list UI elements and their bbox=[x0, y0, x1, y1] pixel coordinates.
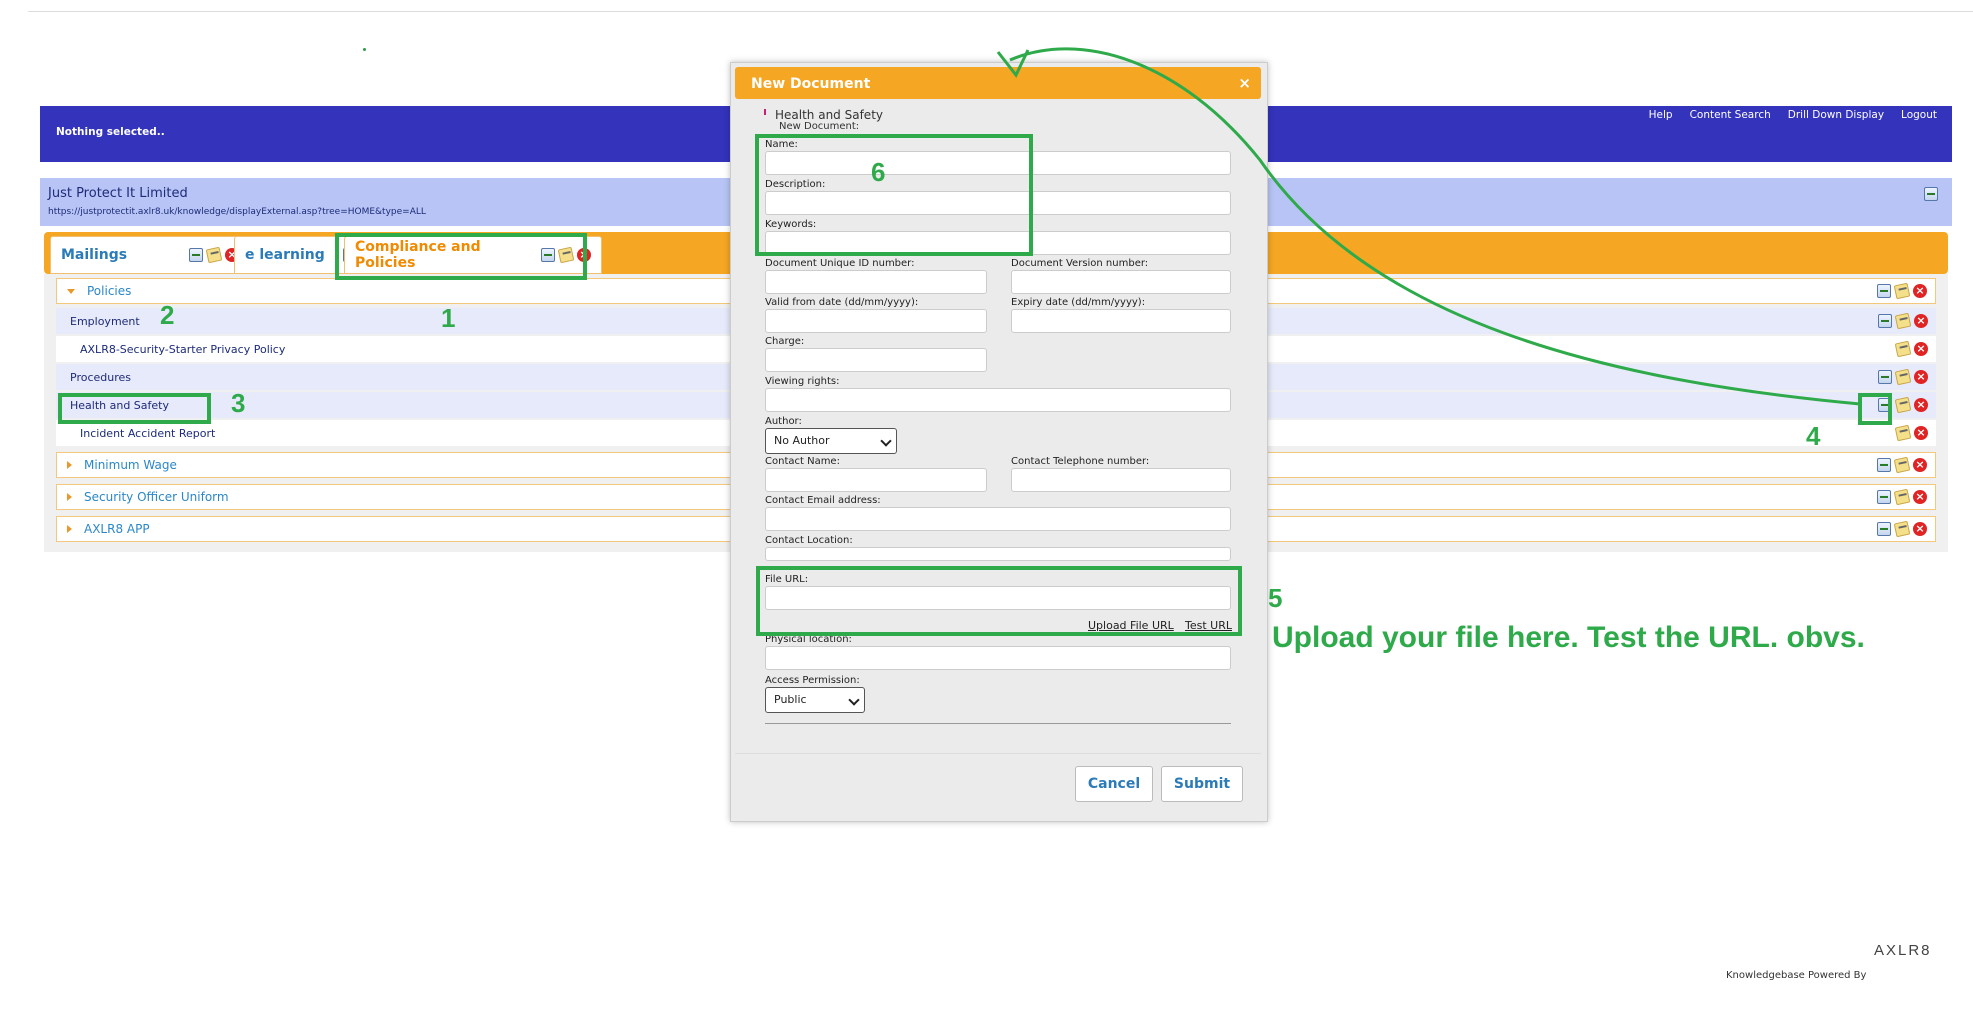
annotation-arrow bbox=[996, 47, 1861, 406]
powered-by-text: Knowledgebase Powered By bbox=[1726, 970, 1867, 981]
axlr8-logo: AXLR8 bbox=[1874, 942, 1932, 959]
